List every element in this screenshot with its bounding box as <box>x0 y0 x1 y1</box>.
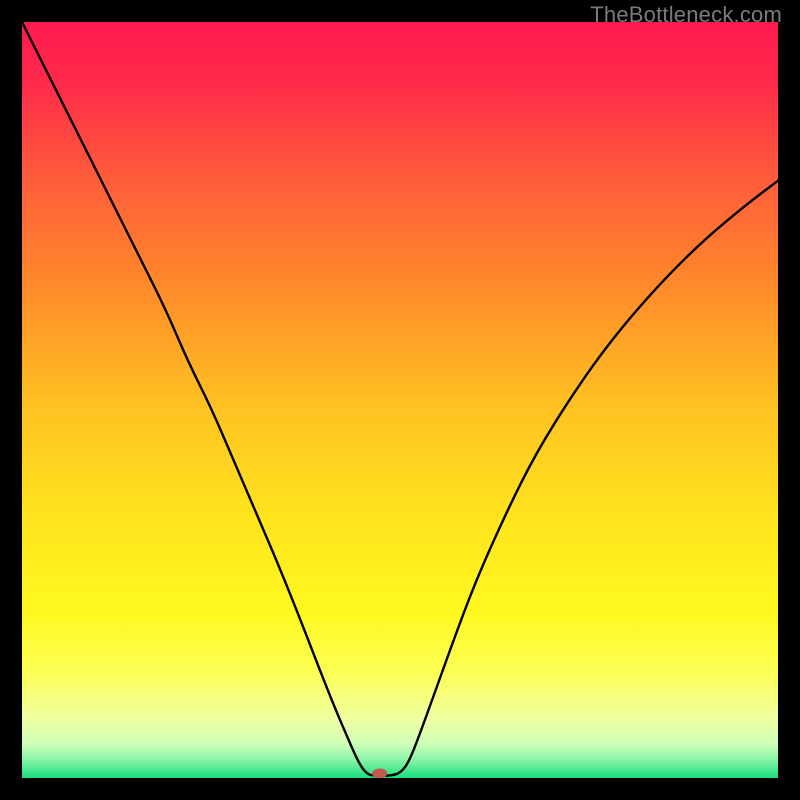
chart-background <box>22 22 778 778</box>
bottleneck-chart <box>22 22 778 778</box>
watermark-text: TheBottleneck.com <box>590 2 782 28</box>
chart-frame <box>22 22 778 778</box>
bottleneck-min-marker <box>372 768 387 778</box>
